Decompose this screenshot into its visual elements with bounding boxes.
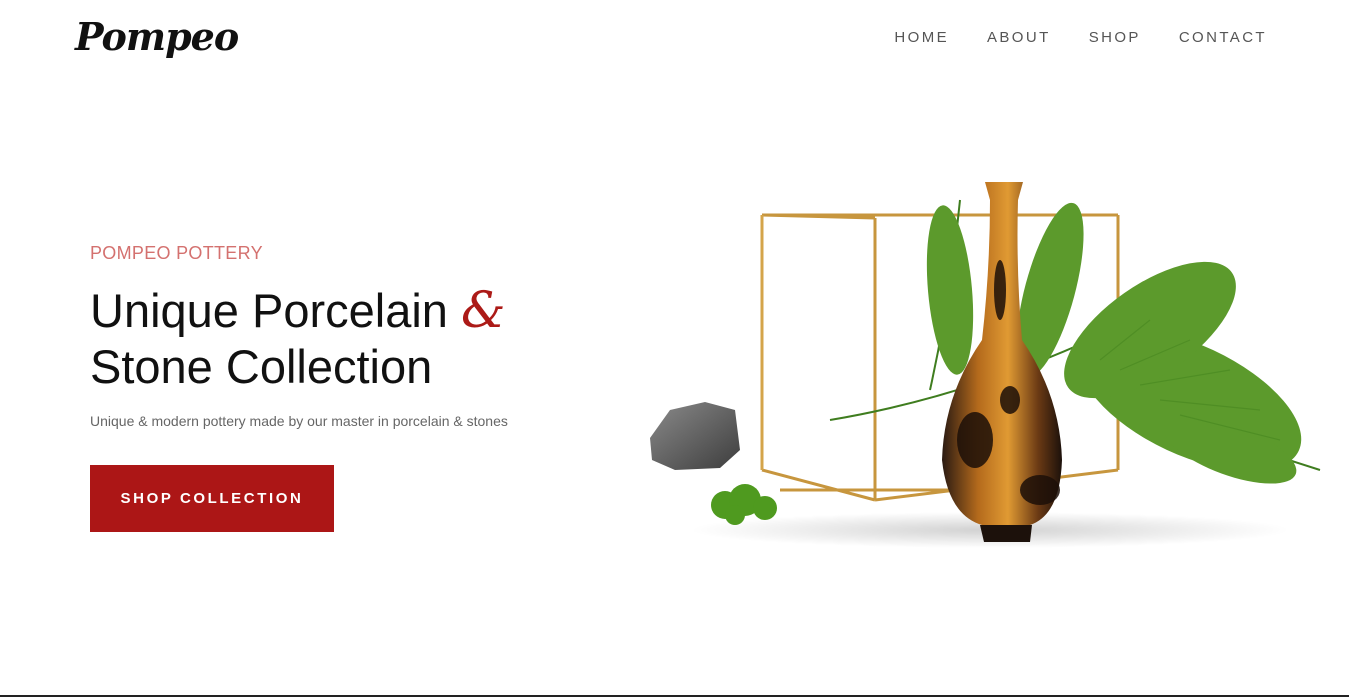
shop-collection-button[interactable]: SHOP COLLECTION bbox=[90, 465, 334, 532]
nav-link-contact[interactable]: CONTACT bbox=[1179, 29, 1267, 46]
hero-eyebrow: POMPEO POTTERY bbox=[90, 243, 263, 263]
page: Pompeo HOME ABOUT SHOP CONTACT POMPEO PO… bbox=[0, 0, 1349, 697]
main-nav: HOME ABOUT SHOP CONTACT bbox=[894, 29, 1267, 46]
headline-line-2: Stone Collection bbox=[90, 340, 433, 393]
nav-link-about[interactable]: ABOUT bbox=[987, 29, 1051, 46]
hero-subtext: Unique & modern pottery made by our mast… bbox=[90, 413, 508, 429]
hero-text: POMPEO POTTERY Unique Porcelain & Stone … bbox=[90, 243, 610, 429]
brand-logo[interactable]: Pompeo bbox=[75, 18, 239, 56]
headline-ampersand: & bbox=[461, 281, 506, 339]
nav-link-home[interactable]: HOME bbox=[894, 29, 949, 46]
nav-link-shop[interactable]: SHOP bbox=[1089, 29, 1141, 46]
hero-headline: Unique Porcelain & Stone Collection bbox=[90, 282, 610, 395]
hero-product-image bbox=[650, 182, 1321, 548]
headline-line-1: Unique Porcelain bbox=[90, 284, 448, 337]
